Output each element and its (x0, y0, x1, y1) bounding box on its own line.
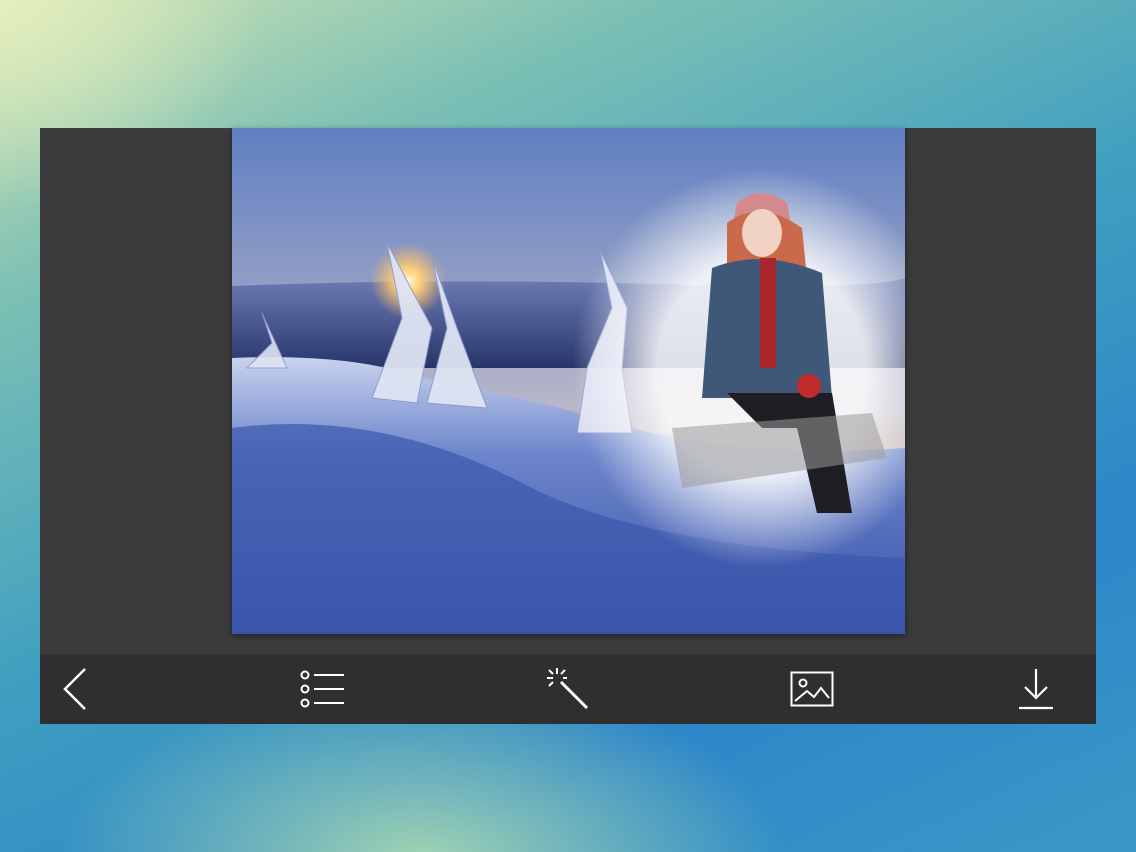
gallery-button[interactable] (782, 654, 842, 724)
editor-frame (40, 128, 1096, 724)
image-icon (790, 671, 834, 707)
frames-list-button[interactable] (293, 654, 353, 724)
bottom-toolbar (40, 654, 1096, 724)
save-button[interactable] (1006, 654, 1066, 724)
effects-button[interactable] (538, 654, 598, 724)
list-icon (300, 670, 344, 708)
chevron-left-icon (63, 668, 86, 710)
download-icon (1019, 669, 1053, 710)
photo-image (232, 128, 905, 634)
photo-canvas[interactable] (232, 128, 905, 634)
back-button[interactable] (46, 654, 106, 724)
magic-wand-icon (547, 668, 589, 710)
